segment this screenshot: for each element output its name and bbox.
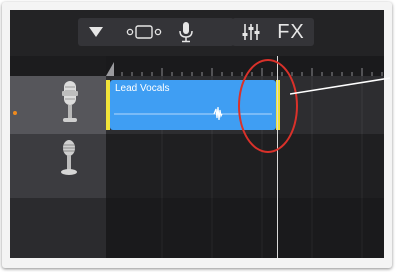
condenser-mic-icon [62, 81, 78, 122]
track-lane-empty[interactable] [106, 198, 384, 258]
toolbar: FX [10, 10, 384, 56]
track-header-lead-vocals[interactable] [10, 76, 106, 134]
fx-button[interactable]: FX [272, 18, 310, 46]
toolbar-group-mix: FX [232, 18, 314, 46]
project-start-marker [106, 62, 114, 76]
loop-browser-button[interactable] [124, 18, 164, 46]
record-indicator [13, 111, 17, 115]
triangle-down-icon [89, 27, 103, 37]
mixer-sliders-icon [242, 24, 260, 40]
loop-browser-icon [126, 25, 162, 39]
daw-screen: FX Lead Vocals [10, 10, 384, 258]
mixer-button[interactable] [236, 18, 266, 46]
track-header-empty [10, 198, 106, 258]
track-lane-2[interactable] [106, 134, 384, 198]
record-input-button[interactable] [170, 18, 202, 46]
vintage-mic-icon [61, 140, 77, 175]
callout-line [290, 77, 390, 95]
fx-label: FX [277, 20, 305, 43]
track-header-2[interactable] [10, 134, 106, 198]
microphone-icon [179, 22, 193, 43]
screenshot-frame: FX Lead Vocals [2, 2, 392, 268]
region-trim-handle-left[interactable] [106, 80, 110, 130]
red-highlight-circle [238, 59, 298, 153]
view-dropdown-button[interactable] [78, 18, 114, 46]
toolbar-group-main [78, 18, 234, 46]
